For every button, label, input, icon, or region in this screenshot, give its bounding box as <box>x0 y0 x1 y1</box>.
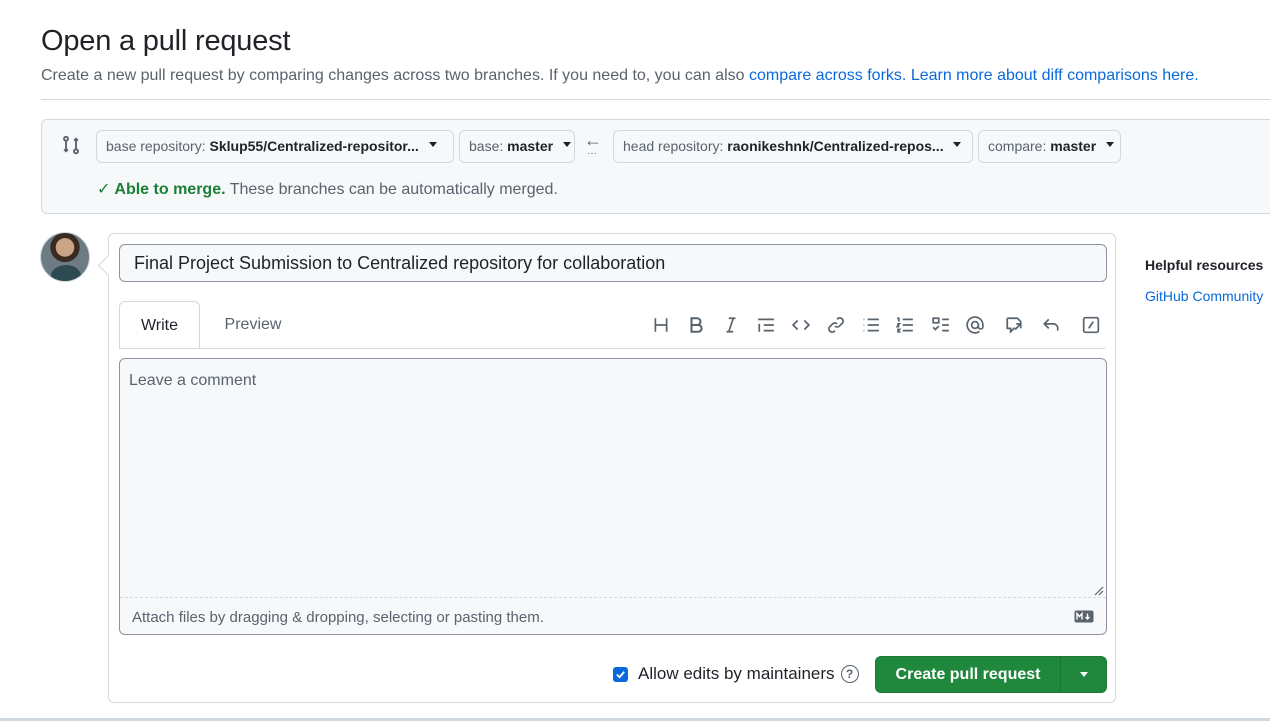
tabs-divider <box>119 348 1105 349</box>
reply-icon[interactable] <box>1039 313 1063 337</box>
italic-icon[interactable] <box>719 313 743 337</box>
compare-range-box: base repository: Sklup55/Centralized-rep… <box>41 119 1270 214</box>
base-branch-value: master <box>507 138 554 154</box>
bold-icon[interactable] <box>684 313 708 337</box>
resize-handle-icon[interactable] <box>1092 584 1104 596</box>
quote-icon[interactable] <box>754 313 778 337</box>
compare-branch-value: master <box>1050 138 1097 154</box>
learn-more-link[interactable]: Learn more about diff comparisons here. <box>911 67 1199 84</box>
compare-branch-label: compare: <box>988 138 1047 154</box>
github-community-link[interactable]: GitHub Community <box>1145 288 1263 304</box>
git-compare-icon <box>61 135 81 155</box>
task-list-icon[interactable] <box>929 313 953 337</box>
tab-write[interactable]: Write <box>119 301 200 349</box>
compare-forks-link[interactable]: compare across forks. <box>749 67 906 84</box>
link-icon[interactable] <box>824 313 848 337</box>
avatar[interactable] <box>40 232 90 282</box>
head-repository-select[interactable]: head repository: raonikeshnk/Centralized… <box>613 130 973 163</box>
pull-request-form: Write Preview Attach files by dragging &… <box>108 233 1116 703</box>
merge-status-text: These branches can be automatically merg… <box>229 181 558 198</box>
comment-box: Attach files by dragging & dropping, sel… <box>119 358 1107 635</box>
direction-arrow: ← ··· <box>584 130 602 159</box>
base-repo-label: base repository: <box>106 138 206 154</box>
triangle-down-icon <box>1080 672 1088 677</box>
slash-command-icon[interactable] <box>1079 313 1103 337</box>
header-divider <box>41 99 1270 100</box>
arrow-left-icon: ← <box>584 130 602 150</box>
code-icon[interactable] <box>789 313 813 337</box>
base-branch-select[interactable]: base: master <box>459 130 575 163</box>
head-repo-label: head repository: <box>623 138 724 154</box>
comment-textarea[interactable] <box>120 359 1106 597</box>
merge-status: ✓ Able to merge. These branches can be au… <box>97 179 558 199</box>
base-repo-value: Sklup55/Centralized-repositor... <box>209 138 419 154</box>
unordered-list-icon[interactable] <box>859 313 883 337</box>
avatar-figure <box>51 265 81 281</box>
attach-files-text: Attach files by dragging & dropping, sel… <box>132 609 544 626</box>
ordered-list-icon[interactable] <box>893 313 917 337</box>
create-pull-request-button[interactable]: Create pull request <box>875 656 1107 693</box>
checkmark-icon <box>616 670 625 679</box>
allow-edits-label: Allow edits by maintainers <box>638 664 835 683</box>
tab-preview[interactable]: Preview <box>213 301 293 349</box>
chevron-down-icon <box>1106 141 1115 147</box>
merge-ok-label: Able to merge. <box>114 181 226 198</box>
base-repository-select[interactable]: base repository: Sklup55/Centralized-rep… <box>96 130 454 163</box>
question-icon[interactable]: ? <box>840 665 859 683</box>
mention-icon[interactable] <box>963 313 987 337</box>
pr-title-input[interactable] <box>119 244 1107 282</box>
create-pull-request-label: Create pull request <box>895 666 1041 683</box>
check-icon: ✓ <box>97 181 111 198</box>
compare-branch-select[interactable]: compare: master <box>978 130 1121 163</box>
page-subtitle: Create a new pull request by comparing c… <box>41 67 1199 85</box>
markdown-icon[interactable] <box>1074 610 1094 623</box>
page-title: Open a pull request <box>41 25 291 57</box>
create-options-dropdown[interactable] <box>1061 657 1107 692</box>
chevron-down-icon <box>428 141 437 147</box>
chevron-down-icon <box>562 141 571 147</box>
allow-edits-checkbox[interactable] <box>613 666 628 682</box>
ellipsis-icon: ··· <box>587 148 597 159</box>
file-attachment-bar[interactable]: Attach files by dragging & dropping, sel… <box>120 597 1106 634</box>
heading-icon[interactable] <box>649 313 673 337</box>
base-branch-label: base: <box>469 138 504 154</box>
chevron-down-icon <box>953 141 962 147</box>
helpful-resources-heading: Helpful resources <box>1145 257 1264 273</box>
allow-edits-control[interactable]: Allow edits by maintainers ? <box>613 664 859 684</box>
head-repo-value: raonikeshnk/Centralized-repos... <box>727 138 944 154</box>
subtitle-text: Create a new pull request by comparing c… <box>41 67 745 84</box>
cross-reference-icon[interactable] <box>1002 313 1026 337</box>
